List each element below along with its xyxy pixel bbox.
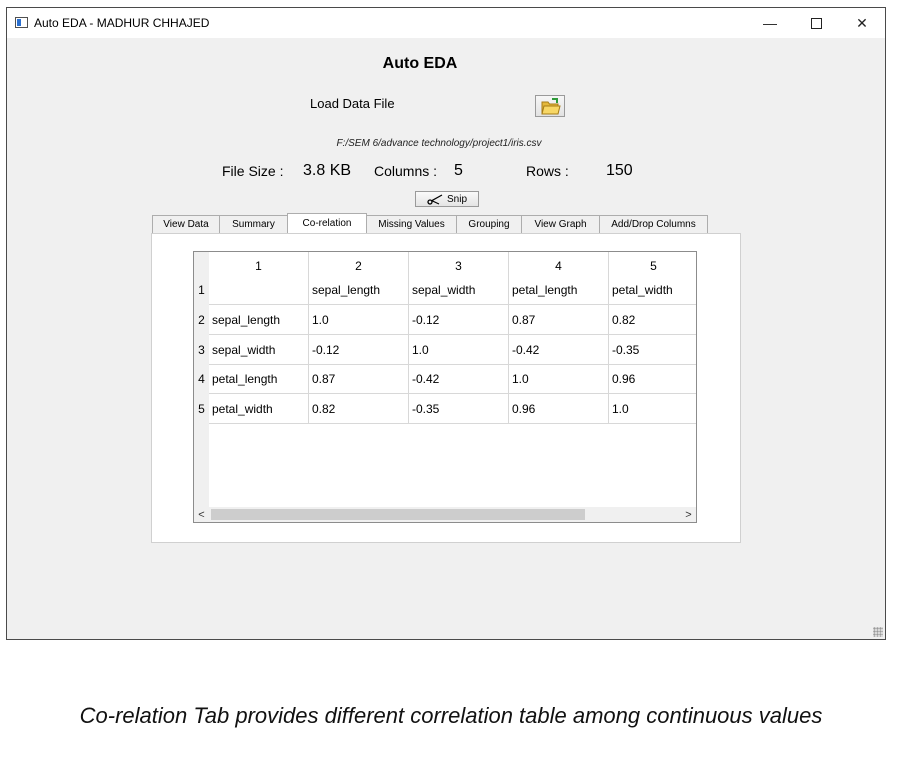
columns-value: 5 [454, 162, 463, 179]
close-button[interactable]: ✕ [839, 8, 885, 38]
table-cell[interactable]: -0.12 [309, 335, 409, 365]
table-cell[interactable]: petal_width [209, 394, 309, 424]
rows-value: 150 [606, 162, 633, 179]
row-header[interactable]: 5 [194, 394, 209, 424]
table-cell[interactable]: 1.0 [609, 394, 696, 424]
app-window: Auto EDA - MADHUR CHHAJED — ✕ Auto EDA L… [6, 7, 886, 640]
close-icon: ✕ [856, 14, 868, 31]
table-cell[interactable]: 1.0 [509, 364, 609, 394]
table-cell[interactable]: petal_length [209, 364, 309, 394]
table-cell[interactable]: sepal_width [209, 335, 309, 365]
file-size-label: File Size : [222, 163, 284, 179]
load-file-button[interactable] [535, 95, 565, 117]
table-cell[interactable]: -0.35 [409, 394, 509, 424]
tab-co-relation[interactable]: Co-relation [287, 213, 367, 233]
table-cell[interactable]: 1.0 [309, 305, 409, 335]
table-cell[interactable]: 0.82 [309, 394, 409, 424]
table-cell[interactable]: 1.0 [409, 335, 509, 365]
file-path-text: F:/SEM 6/advance technology/project1/iri… [336, 138, 542, 149]
scissors-icon [427, 193, 443, 205]
file-size-value: 3.8 KB [303, 162, 352, 179]
table-cell[interactable]: -0.42 [409, 364, 509, 394]
correlation-table[interactable]: 1 2 3 4 5 1 2 3 4 5 sepal_length sepal_w… [193, 251, 697, 523]
row-header[interactable]: 4 [194, 364, 209, 394]
co-relation-panel: 1 2 3 4 5 1 2 3 4 5 sepal_length sepal_w… [151, 233, 741, 543]
row-header[interactable]: 3 [194, 335, 209, 365]
load-data-label: Load Data File [310, 96, 395, 111]
maximize-button[interactable] [793, 8, 839, 38]
minimize-button[interactable]: — [747, 8, 793, 38]
tab-grouping[interactable]: Grouping [456, 215, 522, 233]
table-cell[interactable]: 0.96 [609, 364, 696, 394]
table-cell[interactable]: 0.96 [509, 394, 609, 424]
app-window-icon [15, 17, 28, 28]
scroll-left-arrow-icon[interactable]: < [194, 507, 209, 522]
app-heading: Auto EDA [382, 55, 458, 72]
tab-bar: View Data Summary Co-relation Missing Va… [152, 213, 708, 234]
table-cell[interactable]: 0.87 [309, 364, 409, 394]
scroll-right-arrow-icon[interactable]: > [681, 507, 696, 522]
table-cell[interactable]: petal_width [609, 275, 696, 305]
table-cell[interactable]: -0.42 [509, 335, 609, 365]
row-header[interactable]: 2 [194, 305, 209, 335]
tab-missing-values[interactable]: Missing Values [366, 215, 457, 233]
table-cell[interactable]: 0.82 [609, 305, 696, 335]
resize-grip-icon[interactable] [873, 627, 883, 637]
maximize-icon [810, 17, 822, 29]
tab-view-graph[interactable]: View Graph [521, 215, 600, 233]
table-cell[interactable] [209, 275, 309, 305]
table-cell[interactable]: sepal_length [309, 275, 409, 305]
table-cell[interactable]: 0.87 [509, 305, 609, 335]
horizontal-scrollbar[interactable]: < > [194, 507, 696, 522]
table-cell[interactable]: petal_length [509, 275, 609, 305]
figure-caption: Co-relation Tab provides different corre… [79, 703, 823, 728]
columns-label: Columns : [374, 163, 438, 179]
tab-summary[interactable]: Summary [219, 215, 288, 233]
table-cell[interactable]: -0.12 [409, 305, 509, 335]
window-title: Auto EDA - MADHUR CHHAJED [34, 16, 210, 30]
row-header[interactable]: 1 [194, 275, 209, 305]
title-bar: Auto EDA - MADHUR CHHAJED — ✕ [7, 8, 885, 38]
tab-view-data[interactable]: View Data [152, 215, 220, 233]
table-cell[interactable]: sepal_length [209, 305, 309, 335]
minimize-icon: — [763, 15, 777, 31]
rows-label: Rows : [526, 163, 569, 179]
scrollbar-thumb[interactable] [211, 509, 585, 520]
folder-open-icon [541, 98, 561, 115]
snip-button[interactable]: Snip [415, 191, 479, 207]
tab-add-drop-columns[interactable]: Add/Drop Columns [599, 215, 708, 233]
table-cell[interactable]: -0.35 [609, 335, 696, 365]
table-cell[interactable]: sepal_width [409, 275, 509, 305]
snip-label: Snip [446, 193, 467, 205]
